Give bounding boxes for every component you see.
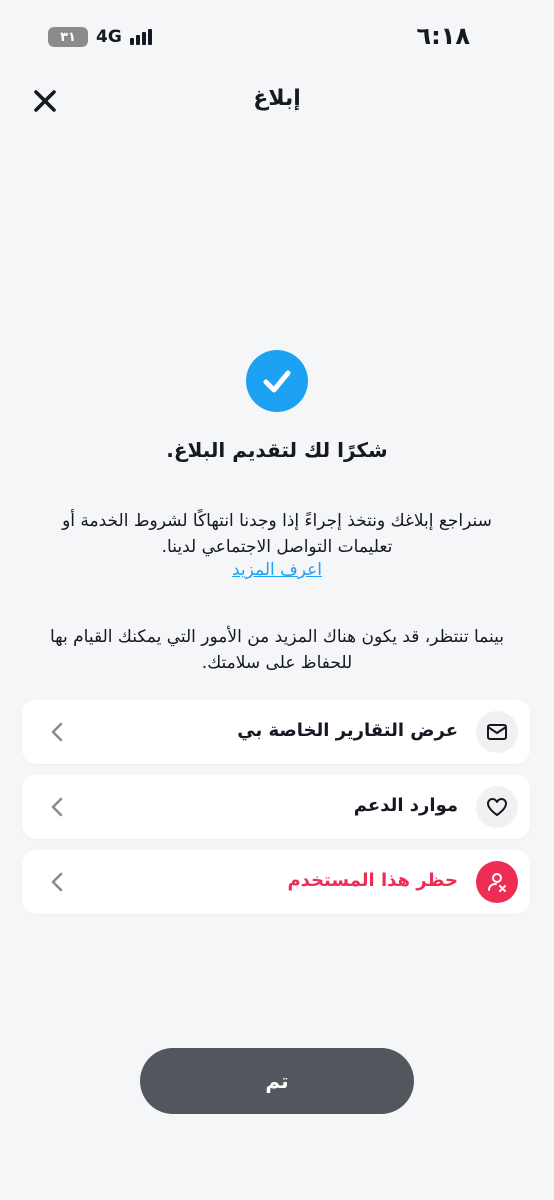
option-label: حظر هذا المستخدم <box>287 870 458 891</box>
meanwhile-text: بينما تنتظر، قد يكون هناك المزيد من الأم… <box>50 627 504 673</box>
option-label: موارد الدعم <box>353 795 458 816</box>
support-resources-option[interactable]: موارد الدعم <box>22 775 530 839</box>
learn-more-link[interactable]: اعرف المزيد <box>0 560 554 580</box>
network-type: 4G <box>96 27 122 47</box>
heart-icon <box>476 786 518 828</box>
status-bar: ٣١ 4G ٦:١٨ <box>0 0 554 80</box>
chevron-left-icon <box>51 722 63 742</box>
status-indicators: ٣١ 4G <box>48 27 152 47</box>
confirmation-description: سنراجع إبلاغك ونتخذ إجراءً إذا وجدنا انت… <box>62 511 492 557</box>
confirmation-title: شكرًا لك لتقديم البلاغ. <box>166 438 388 462</box>
block-user-icon <box>476 861 518 903</box>
signal-icon <box>129 29 152 45</box>
header: إبلاغ <box>0 80 554 120</box>
envelope-icon <box>476 711 518 753</box>
view-my-reports-option[interactable]: عرض التقارير الخاصة بي <box>22 700 530 764</box>
close-icon <box>34 90 56 112</box>
block-user-option[interactable]: حظر هذا المستخدم <box>22 850 530 914</box>
page-title: إبلاغ <box>253 86 301 111</box>
close-button[interactable] <box>30 86 60 116</box>
success-check-icon <box>246 350 308 412</box>
status-time: ٦:١٨ <box>416 22 470 50</box>
chevron-left-icon <box>51 872 63 892</box>
done-button[interactable]: تم <box>140 1048 414 1114</box>
option-label: عرض التقارير الخاصة بي <box>237 720 458 741</box>
battery-icon: ٣١ <box>48 27 88 47</box>
chevron-left-icon <box>51 797 63 817</box>
